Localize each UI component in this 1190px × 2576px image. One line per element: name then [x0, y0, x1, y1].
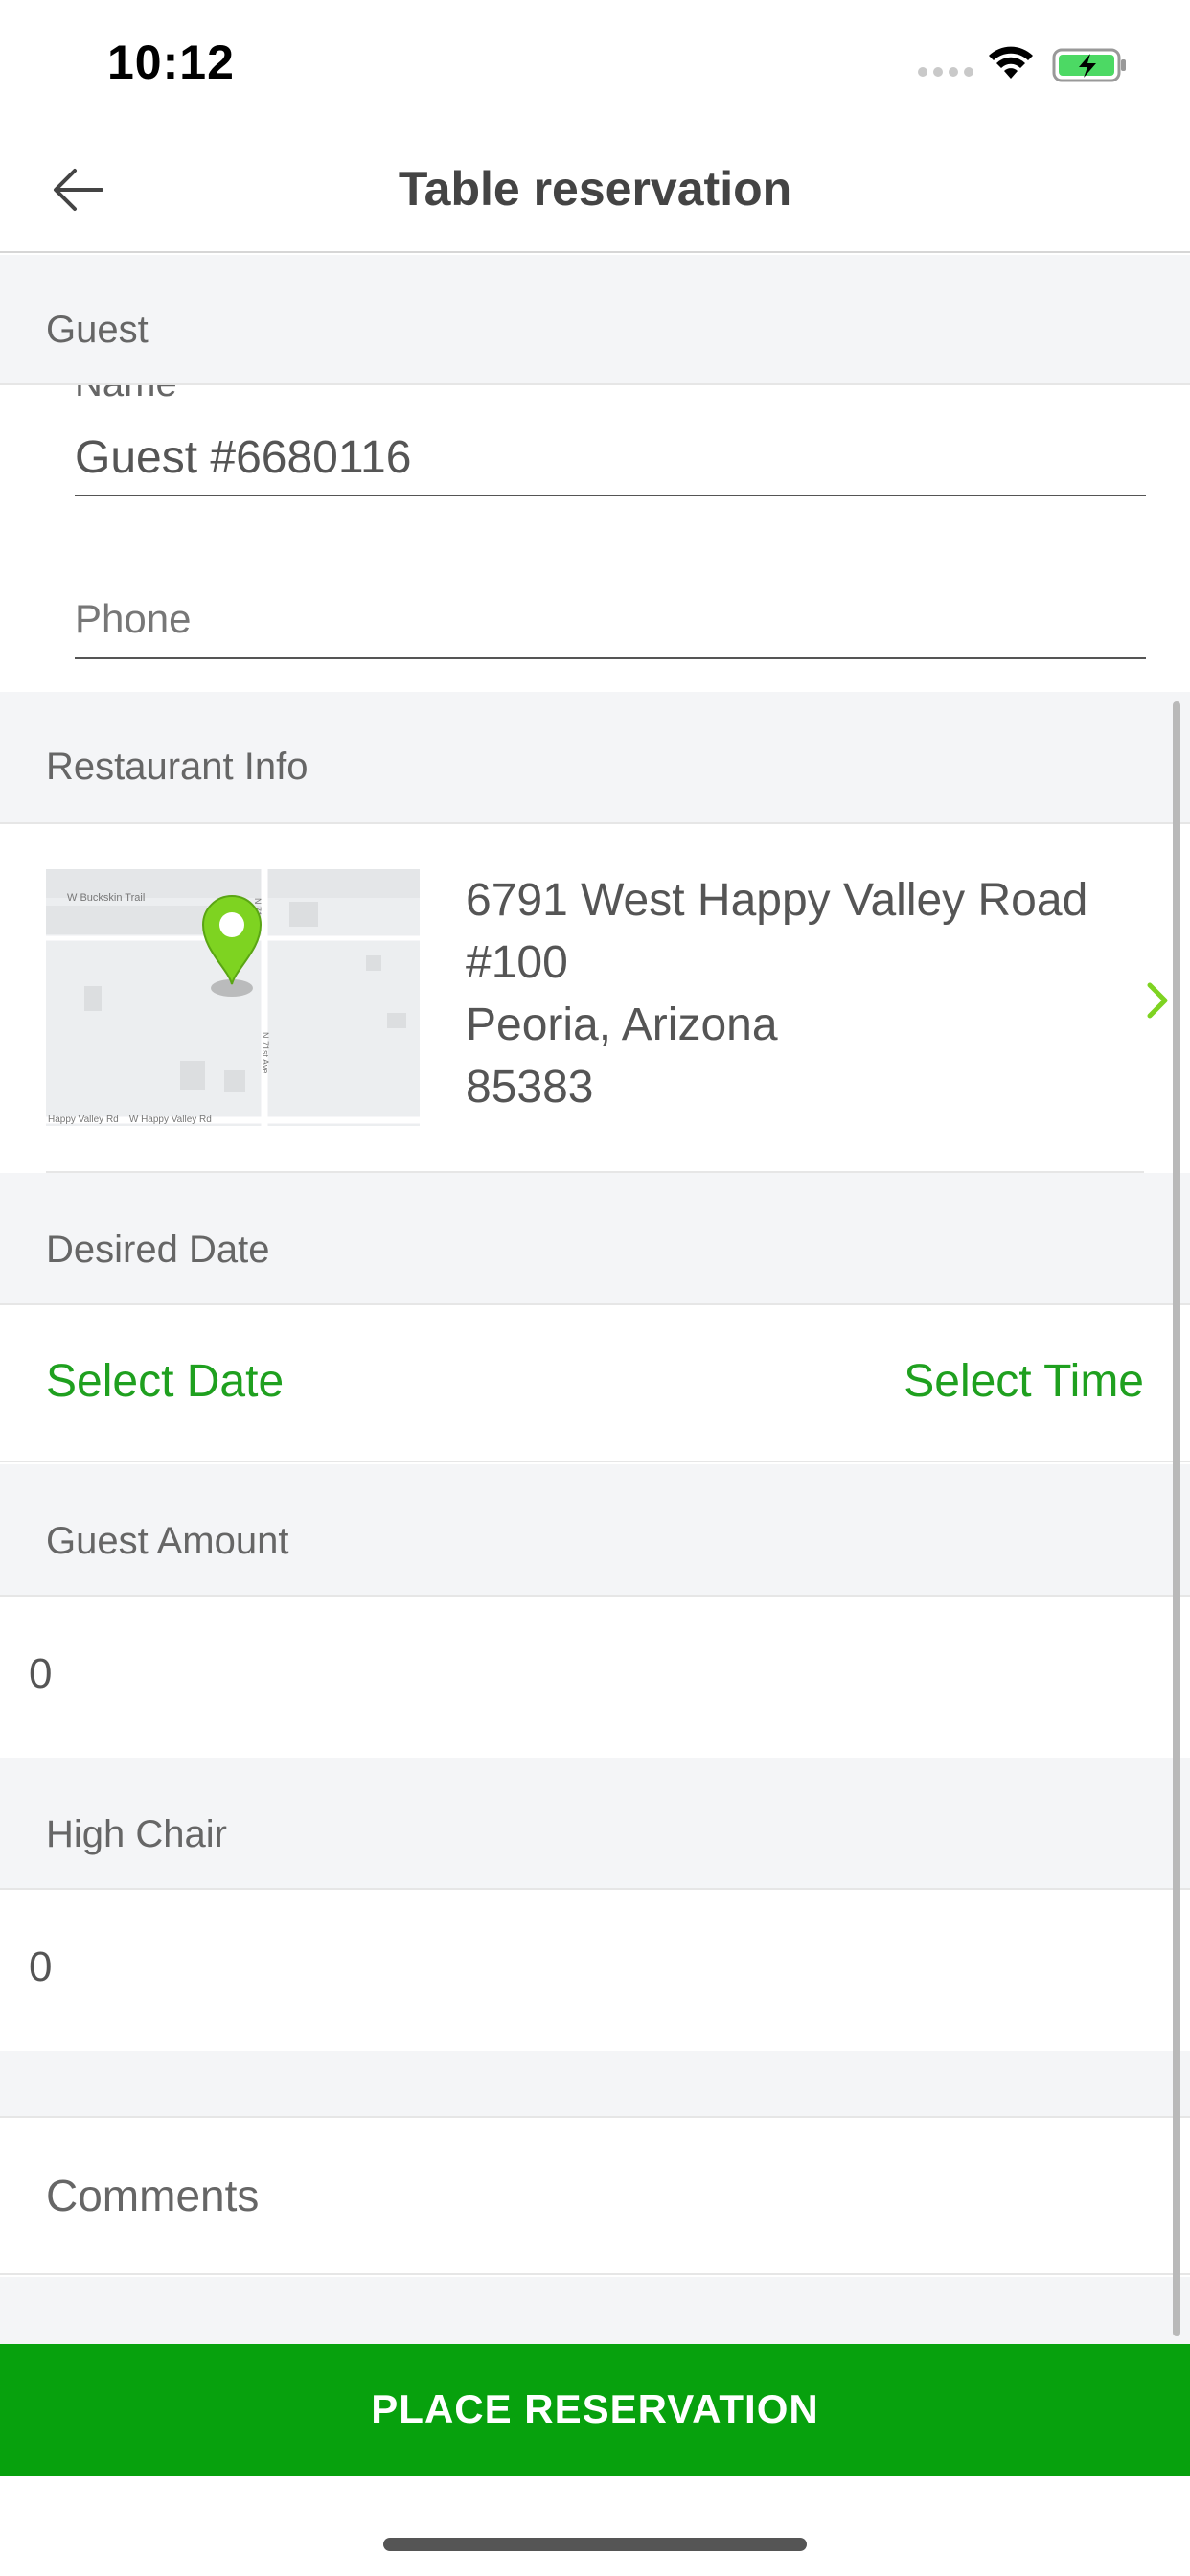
home-indicator [383, 2538, 807, 2551]
scrollbar[interactable] [1173, 702, 1180, 2336]
comments-row[interactable]: Comments [0, 2118, 1190, 2275]
address-line: Peoria, Arizona [466, 1000, 778, 1050]
address-line: 85383 [466, 1062, 594, 1113]
place-reservation-label: PLACE RESERVATION [371, 2386, 819, 2431]
name-field-label: Name [75, 385, 177, 405]
guest-amount-section-label: Guest Amount [46, 1520, 289, 1562]
phone-field[interactable]: Phone [75, 596, 191, 642]
restaurant-section-header: Restaurant Info [0, 692, 1190, 824]
navigation-bar: Table reservation [0, 126, 1190, 253]
restaurant-map-thumbnail[interactable]: W Buckskin Trail N 71st Av N 71st Ave Ha… [46, 869, 420, 1126]
status-bar: 10:12 [0, 0, 1190, 126]
page-title: Table reservation [398, 162, 792, 216]
name-field[interactable]: Guest #6680116 [75, 431, 411, 484]
map-street-label: N 71st Ave [261, 1032, 270, 1074]
address-line: 6791 West Happy Valley Road [466, 875, 1088, 926]
place-reservation-button[interactable]: PLACE RESERVATION [0, 2344, 1190, 2476]
guest-amount-row: 0 [0, 1597, 1190, 1758]
chevron-right-icon[interactable] [1146, 981, 1169, 1020]
guest-form: Name Guest #6680116 Phone [0, 385, 1190, 690]
wifi-icon [989, 46, 1033, 79]
map-street-label: Happy Valley Rd W Happy Valley Rd [48, 1115, 212, 1125]
map-street-label: W Buckskin Trail [67, 892, 146, 904]
guest-amount-section-header: Guest Amount [0, 1464, 1190, 1597]
comments-field[interactable]: Comments [46, 2170, 259, 2221]
desired-date-section-label: Desired Date [46, 1229, 270, 1271]
battery-charging-icon [1052, 48, 1126, 82]
select-time-button[interactable]: Select Time [904, 1355, 1144, 1408]
high-chair-row: 0 [0, 1890, 1190, 2051]
desired-date-section-header: Desired Date [0, 1173, 1190, 1305]
name-field-underline [75, 494, 1146, 496]
guest-amount-input[interactable]: 0 [29, 1650, 52, 1698]
phone-field-underline [75, 657, 1146, 659]
high-chair-input[interactable]: 0 [29, 1944, 52, 1991]
guest-section-header: Guest [0, 255, 1190, 385]
bottom-spacer [0, 2277, 1190, 2344]
high-chair-section-header: High Chair [0, 1758, 1190, 1890]
map-pin-icon [201, 895, 263, 997]
address-line: #100 [466, 937, 568, 988]
restaurant-section-label: Restaurant Info [46, 746, 309, 788]
date-time-row: Select Date Select Time [0, 1305, 1190, 1462]
status-time: 10:12 [107, 35, 235, 89]
guest-section-label: Guest [46, 309, 149, 351]
select-date-button[interactable]: Select Date [46, 1355, 284, 1408]
high-chair-section-label: High Chair [46, 1813, 227, 1855]
comments-spacer [0, 2051, 1190, 2118]
cellular-signal-icon [918, 67, 973, 77]
